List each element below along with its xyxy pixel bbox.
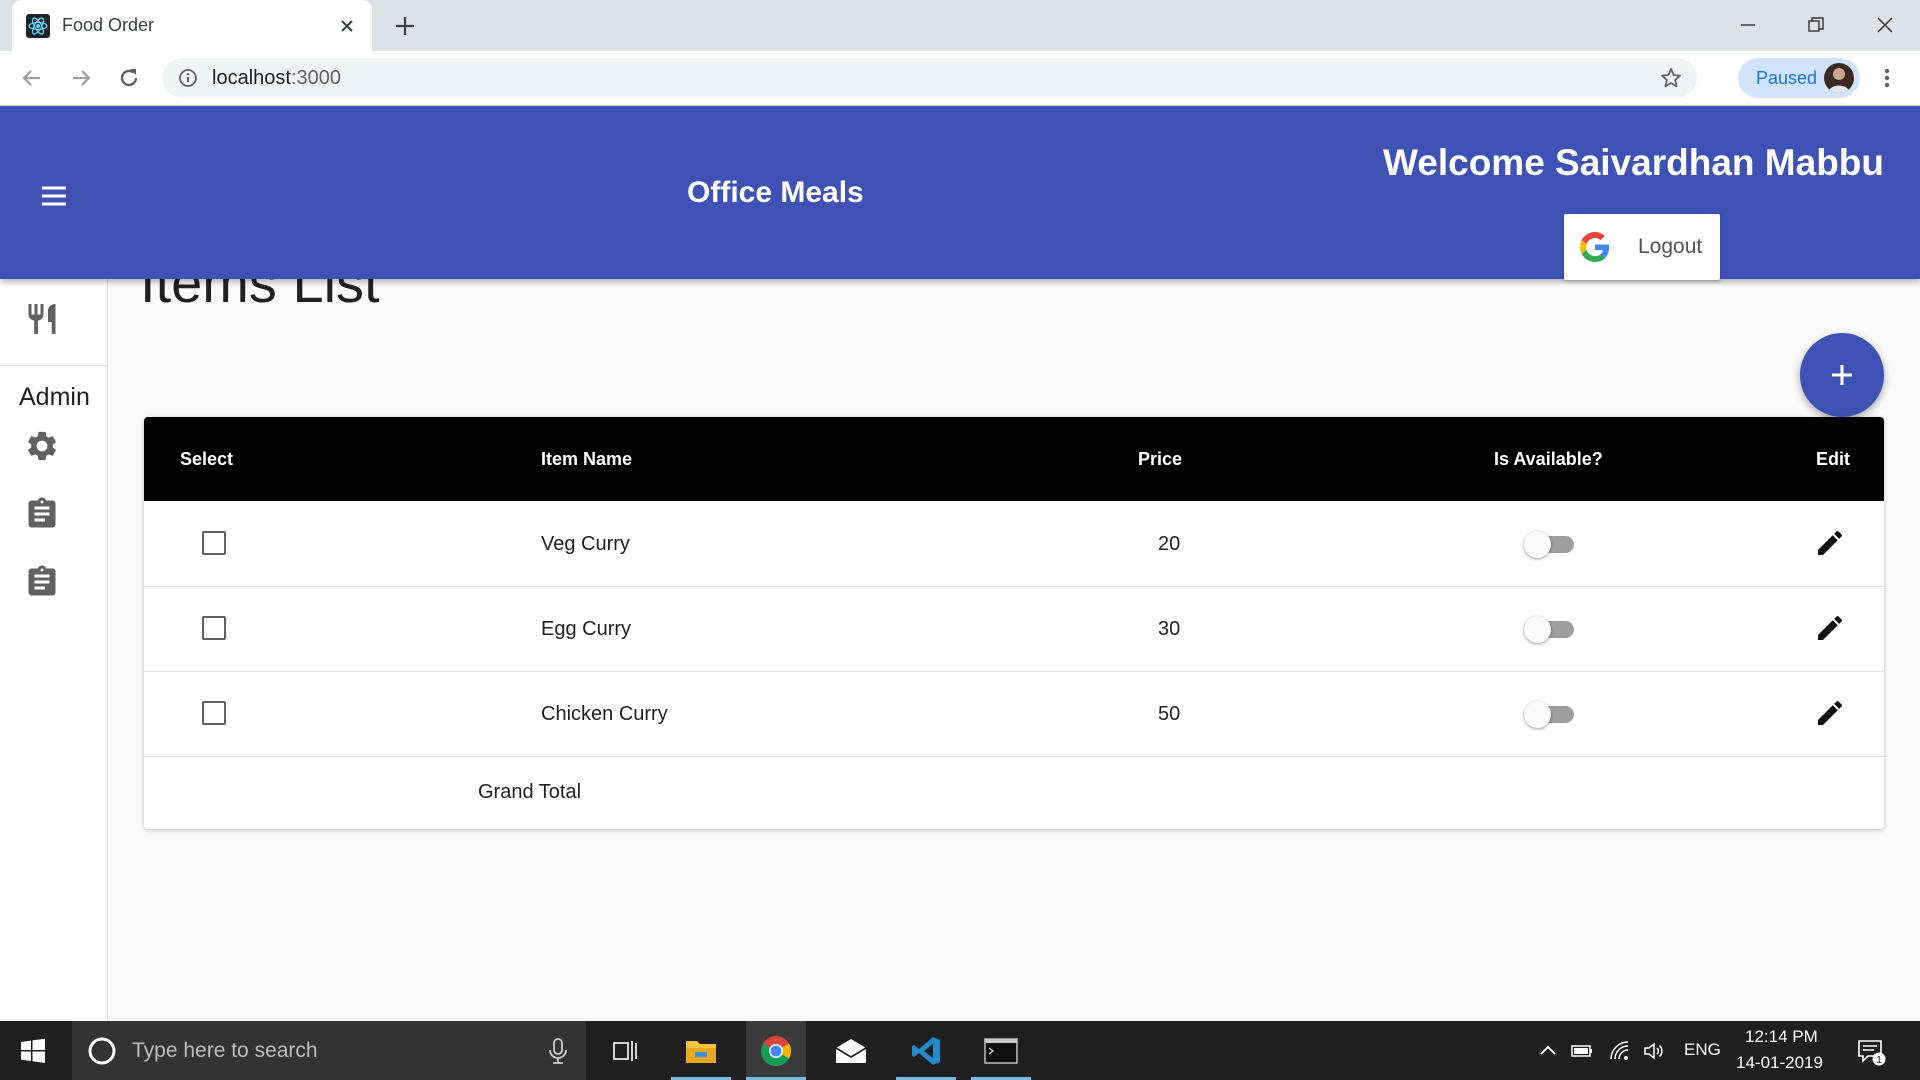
row-select-checkbox[interactable]	[202, 701, 226, 725]
profile-chip[interactable]: Paused	[1738, 58, 1860, 98]
close-window-button[interactable]	[1870, 10, 1900, 40]
mail-icon	[835, 1038, 867, 1063]
google-icon	[1580, 232, 1610, 262]
profile-status: Paused	[1756, 67, 1818, 88]
side-drawer: Admin	[0, 279, 108, 1021]
table-row: Egg Curry 30	[144, 586, 1884, 672]
chrome-button[interactable]	[746, 1021, 806, 1080]
chevron-up-icon[interactable]	[1536, 1039, 1560, 1063]
notification-icon: 1	[1858, 1040, 1886, 1066]
vscode-icon	[912, 1036, 940, 1065]
browser-tab[interactable]: Food Order	[12, 0, 372, 51]
browser-toolbar: localhost:3000 Paused	[0, 51, 1920, 106]
assignment-icon[interactable]	[24, 564, 60, 600]
item-name: Egg Curry	[541, 618, 632, 640]
info-icon[interactable]	[178, 68, 198, 88]
action-center-button[interactable]: 1	[1856, 1036, 1886, 1066]
items-table: Select Item Name Price Is Available? Edi…	[144, 417, 1884, 829]
edit-icon[interactable]	[1814, 612, 1846, 644]
terminal-button[interactable]	[971, 1021, 1031, 1080]
column-header-price: Price	[1138, 449, 1183, 469]
react-icon	[26, 13, 50, 38]
browser-tab-strip: Food Order	[0, 0, 1920, 51]
edit-icon[interactable]	[1814, 697, 1846, 729]
chrome-icon	[760, 1035, 792, 1066]
clock-time[interactable]: 12:14 PM	[1745, 1027, 1818, 1047]
toggle-thumb	[1524, 701, 1551, 728]
add-item-button[interactable]	[1800, 333, 1884, 417]
url-text: localhost:3000	[212, 67, 341, 90]
more-vert-icon[interactable]	[1873, 64, 1901, 92]
microphone-icon[interactable]	[546, 1037, 570, 1065]
minimize-icon	[1741, 24, 1755, 26]
menu-icon[interactable]	[38, 180, 70, 212]
availability-toggle[interactable]	[1524, 529, 1574, 559]
volume-icon[interactable]	[1642, 1039, 1666, 1063]
task-view-button[interactable]	[595, 1021, 655, 1080]
minimize-button[interactable]	[1733, 10, 1763, 40]
mail-button[interactable]	[821, 1021, 881, 1080]
windows-taskbar: Type here to search ENG 12:14 PM 14-01-2…	[0, 1021, 1920, 1080]
availability-toggle[interactable]	[1524, 699, 1574, 729]
terminal-icon	[984, 1037, 1018, 1064]
new-tab-icon[interactable]	[392, 13, 418, 39]
row-select-checkbox[interactable]	[202, 531, 226, 555]
item-name: Veg Curry	[541, 533, 630, 555]
back-arrow-icon[interactable]	[18, 64, 46, 92]
table-header: Select Item Name Price Is Available? Edi…	[144, 417, 1884, 501]
taskbar-search[interactable]: Type here to search	[72, 1021, 586, 1080]
folder-icon	[686, 1040, 716, 1063]
restaurant-icon[interactable]	[24, 301, 60, 337]
table-row: Veg Curry 20	[144, 501, 1884, 587]
grand-total-label: Grand Total	[478, 781, 582, 803]
language-indicator[interactable]: ENG	[1684, 1040, 1721, 1060]
url-port: :3000	[290, 67, 341, 89]
tab-title: Food Order	[62, 15, 155, 35]
table-row: Chicken Curry 50	[144, 671, 1884, 757]
row-select-checkbox[interactable]	[202, 616, 226, 640]
avatar	[1824, 63, 1854, 93]
search-placeholder: Type here to search	[132, 1039, 318, 1062]
windows-start-icon[interactable]	[20, 1038, 46, 1064]
battery-icon[interactable]	[1570, 1039, 1594, 1063]
notification-count: 1	[1876, 1055, 1882, 1066]
column-header-is-available: Is Available?	[1494, 449, 1603, 469]
address-bar[interactable]: localhost:3000	[162, 58, 1697, 98]
welcome-text: Welcome Saivardhan Mabbu	[1383, 142, 1884, 183]
settings-icon[interactable]	[24, 428, 60, 464]
item-price: 30	[1158, 618, 1181, 640]
file-explorer-button[interactable]	[671, 1021, 731, 1080]
bookmark-star-icon[interactable]	[1659, 66, 1683, 90]
forward-arrow-icon[interactable]	[67, 64, 95, 92]
logout-button[interactable]: Logout	[1564, 214, 1720, 280]
toggle-thumb	[1524, 616, 1551, 643]
column-header-edit: Edit	[1816, 449, 1850, 469]
assignment-icon[interactable]	[24, 496, 60, 532]
item-price: 20	[1158, 533, 1181, 555]
clock-date[interactable]: 14-01-2019	[1736, 1053, 1823, 1073]
toggle-thumb	[1524, 531, 1551, 558]
reload-icon[interactable]	[115, 64, 143, 92]
column-header-item-name: Item Name	[541, 449, 633, 469]
availability-toggle[interactable]	[1524, 614, 1574, 644]
edit-icon[interactable]	[1814, 527, 1846, 559]
drawer-section-admin: Admin	[19, 383, 90, 411]
vscode-button[interactable]	[896, 1021, 956, 1080]
app-title: Office Meals	[687, 176, 864, 209]
plus-icon	[1832, 365, 1852, 385]
restore-button[interactable]	[1801, 10, 1831, 40]
app-bar: Office Meals Welcome Saivardhan Mabbu Lo…	[0, 106, 1920, 280]
item-price: 50	[1158, 703, 1181, 725]
item-name: Chicken Curry	[541, 703, 668, 725]
close-icon[interactable]	[336, 15, 358, 37]
drawer-divider	[0, 365, 107, 366]
task-view-icon	[613, 1040, 637, 1061]
cortana-icon	[88, 1037, 116, 1065]
close-icon	[1877, 17, 1893, 33]
restore-icon	[1808, 17, 1824, 32]
column-header-select: Select	[180, 449, 234, 469]
logout-label: Logout	[1638, 235, 1703, 258]
url-host: localhost	[212, 67, 291, 89]
wifi-icon[interactable]	[1608, 1039, 1632, 1063]
